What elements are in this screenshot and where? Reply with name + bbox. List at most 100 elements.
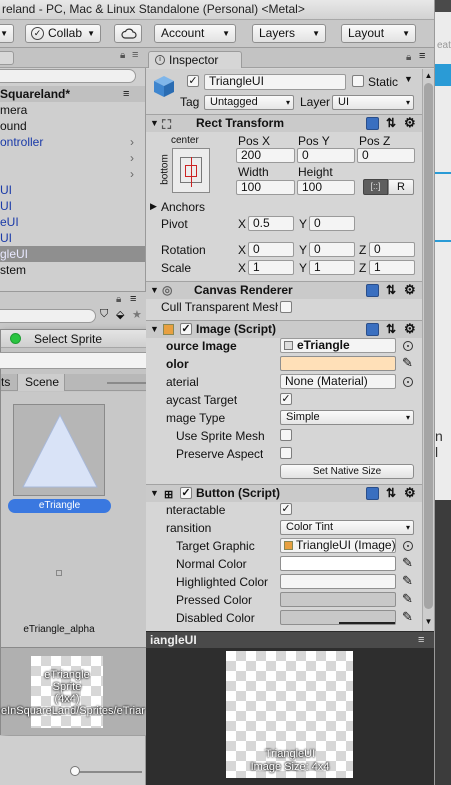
tag-icon[interactable]: ⬙ — [116, 308, 124, 321]
collapse-arrow-icon[interactable]: ▼ — [150, 282, 159, 299]
preset-icon[interactable]: ⇅ — [386, 321, 396, 338]
preset-icon[interactable]: ⇅ — [386, 485, 396, 502]
asset-zoom-slider-thumb[interactable] — [70, 766, 80, 776]
hierarchy-search-input[interactable] — [0, 69, 136, 83]
static-dropdown-caret[interactable]: ▼ — [404, 74, 413, 84]
highlighted-color-swatch[interactable] — [280, 574, 396, 589]
pos-y-field[interactable]: 0 — [297, 148, 355, 163]
menu-icon[interactable]: ≡ — [123, 86, 129, 102]
rotation-y-field[interactable]: 0 — [309, 242, 355, 257]
gameobject-name-field[interactable]: TriangleUI — [204, 74, 346, 90]
eyedropper-icon[interactable]: ✎ — [402, 592, 413, 606]
gear-icon[interactable]: ⚙ — [404, 321, 416, 337]
color-swatch[interactable] — [280, 356, 396, 371]
anchor-preset-button[interactable] — [172, 148, 210, 193]
chevron-right-icon[interactable]: › — [130, 134, 134, 150]
set-native-size-button[interactable]: Set Native Size — [280, 464, 414, 479]
menu-icon[interactable]: ≡ — [132, 49, 138, 61]
chevron-right-icon[interactable]: › — [130, 150, 134, 166]
scrollbar-thumb[interactable] — [424, 83, 433, 609]
help-book-icon[interactable] — [366, 323, 379, 336]
use-sprite-mesh-checkbox[interactable] — [280, 429, 292, 441]
static-checkbox[interactable] — [352, 75, 364, 87]
layout-button[interactable]: Layout ▼ — [341, 24, 416, 43]
help-book-icon[interactable] — [366, 117, 379, 130]
button-enabled-checkbox[interactable]: ✓ — [180, 487, 192, 499]
image-enabled-checkbox[interactable]: ✓ — [180, 323, 192, 335]
collab-button[interactable]: ✓ Collab ▼ — [25, 24, 101, 43]
raycast-target-checkbox[interactable]: ✓ — [280, 393, 292, 405]
tab-inspector[interactable]: i Inspector — [148, 51, 242, 68]
object-picker-icon[interactable] — [403, 377, 413, 387]
eyedropper-icon[interactable]: ✎ — [402, 556, 413, 570]
star-icon[interactable]: ★ — [132, 308, 142, 321]
pivot-x-field[interactable]: 0.5 — [248, 216, 294, 231]
menu-icon[interactable]: ≡ — [419, 50, 425, 62]
target-graphic-field[interactable]: TriangleUI (Image) — [280, 538, 396, 553]
hierarchy-item[interactable]: UI — [0, 230, 145, 246]
layers-button[interactable]: Layers ▼ — [252, 24, 326, 43]
sprite-thumb-alpha-icon[interactable] — [56, 570, 62, 576]
canvas-renderer-header[interactable]: ▼ ◎ Canvas Renderer ⇅ ⚙ — [146, 281, 422, 299]
filter-icon[interactable]: ⛉ — [100, 308, 108, 321]
layer-dropdown[interactable]: UI ▾ — [332, 95, 414, 110]
account-button[interactable]: Account ▼ — [154, 24, 236, 43]
lock-icon[interactable]: 🔒︎ — [406, 52, 411, 63]
eyedropper-icon[interactable]: ✎ — [402, 574, 413, 588]
scale-x-field[interactable]: 1 — [248, 260, 294, 275]
cull-transparent-mesh-checkbox[interactable] — [280, 301, 292, 313]
transition-dropdown[interactable]: Color Tint ▾ — [280, 520, 414, 535]
asset-zoom-slider-track[interactable] — [72, 771, 142, 773]
sprite-label-selected[interactable]: eTriangle — [8, 499, 111, 513]
pivot-y-field[interactable]: 0 — [309, 216, 355, 231]
material-field[interactable]: None (Material) — [280, 374, 396, 389]
width-field[interactable]: 100 — [236, 180, 295, 195]
tab-scene[interactable]: Scene — [17, 374, 65, 391]
lock-icon[interactable]: 🔒︎ — [120, 50, 125, 61]
preserve-aspect-checkbox[interactable] — [280, 447, 292, 459]
pos-x-field[interactable]: 200 — [236, 148, 295, 163]
gear-icon[interactable]: ⚙ — [404, 115, 416, 131]
eyedropper-icon[interactable]: ✎ — [402, 356, 413, 370]
image-script-header[interactable]: ▼ ✓ Image (Script) ⇅ ⚙ — [146, 320, 422, 338]
hierarchy-tab[interactable] — [0, 51, 14, 65]
image-type-dropdown[interactable]: Simple ▾ — [280, 410, 414, 425]
scale-z-field[interactable]: 1 — [369, 260, 415, 275]
hierarchy-scene-row[interactable]: Squareland* ≡ — [0, 86, 145, 102]
normal-color-swatch[interactable] — [280, 556, 396, 571]
hierarchy-item[interactable]: eUI — [0, 214, 145, 230]
height-field[interactable]: 100 — [297, 180, 355, 195]
gear-icon[interactable]: ⚙ — [404, 485, 416, 501]
hierarchy-item[interactable]: › — [0, 166, 145, 182]
hierarchy-item[interactable]: UI — [0, 182, 145, 198]
rotation-z-field[interactable]: 0 — [369, 242, 415, 257]
preview-header[interactable]: iangleUI ≡ — [146, 631, 434, 648]
expand-arrow-icon[interactable]: ▶ — [150, 201, 157, 212]
sprite-label-alpha[interactable]: eTriangle_alpha — [1, 624, 117, 635]
chevron-down-icon[interactable]: ▼ — [423, 617, 434, 626]
preset-icon[interactable]: ⇅ — [386, 115, 396, 132]
anchors-label[interactable]: Anchors — [161, 199, 205, 215]
inspector-scrollbar[interactable]: ▲ ▼ — [422, 69, 434, 631]
scale-y-field[interactable]: 1 — [309, 260, 355, 275]
rotation-x-field[interactable]: 0 — [248, 242, 294, 257]
blueprint-mode-button[interactable]: [::] — [363, 179, 388, 195]
sprite-search-input[interactable] — [0, 352, 164, 369]
chevron-right-icon[interactable]: › — [130, 166, 134, 182]
tab-assets[interactable]: ts — [1, 374, 17, 391]
sprite-thumb-etriangle[interactable] — [13, 404, 105, 496]
hierarchy-item[interactable]: mera — [0, 102, 145, 118]
preset-icon[interactable]: ⇅ — [386, 282, 396, 299]
cloud-button[interactable] — [114, 24, 142, 43]
chevron-up-icon[interactable]: ▲ — [423, 71, 434, 80]
pressed-color-swatch[interactable] — [280, 592, 396, 607]
object-picker-icon[interactable] — [403, 541, 413, 551]
hierarchy-item[interactable]: ound — [0, 118, 145, 134]
menu-icon[interactable]: ≡ — [130, 293, 136, 305]
hierarchy-item[interactable]: stem — [0, 262, 145, 278]
collapse-arrow-icon[interactable]: ▼ — [150, 485, 159, 502]
rect-transform-header[interactable]: ▼ ⛶ Rect Transform ⇅ ⚙ — [146, 114, 422, 132]
collapse-arrow-icon[interactable]: ▼ — [150, 115, 159, 132]
help-book-icon[interactable] — [366, 487, 379, 500]
gameobject-active-checkbox[interactable]: ✓ — [187, 75, 199, 87]
